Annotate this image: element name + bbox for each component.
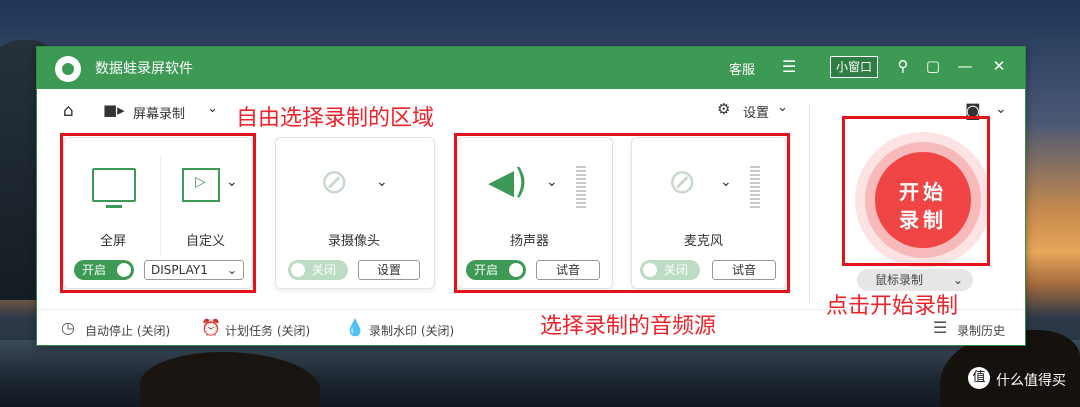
title-bar: 数据蛙录屏软件 客服 ☰ 小窗口 ⚲ ▢ — ✕ (37, 47, 1025, 89)
gear-icon: ⚙ (717, 100, 731, 118)
webcam-icon[interactable]: ⊘ (320, 162, 349, 202)
camera-toggle-label: 关闭 (312, 263, 337, 277)
home-icon[interactable]: ⌂ (63, 101, 74, 121)
scheduled-task-button[interactable]: 计划任务 (关闭) (225, 322, 310, 339)
close-icon[interactable]: ✕ (989, 57, 1009, 75)
annotation-region-text: 自由选择录制的区域 (236, 106, 435, 131)
pin-icon[interactable]: ⚲ (893, 57, 913, 75)
annotation-box-audio (454, 133, 790, 293)
annotation-start-text: 点击开始录制 (826, 294, 959, 319)
camera-card: ⊘ ⌄ 录摄像头 关闭 设置 (275, 137, 435, 289)
mini-window-button[interactable]: 小窗口 (830, 56, 879, 78)
app-logo-icon (55, 56, 81, 82)
chevron-down-icon[interactable]: ⌄ (995, 101, 1007, 117)
minimize-icon[interactable]: — (955, 57, 975, 75)
chevron-down-icon[interactable]: ⌄ (376, 174, 388, 190)
annotation-audio-text: 选择录制的音频源 (540, 314, 717, 339)
menu-icon[interactable]: ☰ (782, 57, 796, 76)
mode-label[interactable]: 屏幕录制 (133, 103, 213, 122)
annotation-box-region (60, 133, 256, 293)
customer-service-button[interactable]: 客服 (729, 59, 755, 78)
camera-label: 录摄像头 (328, 234, 381, 249)
record-history-button[interactable]: 录制历史 (957, 322, 1005, 339)
chevron-down-icon: ⌄ (777, 100, 788, 115)
annotation-box-record (842, 116, 990, 266)
clock-icon: ◷ (61, 318, 75, 337)
skin-icon[interactable]: ▢ (923, 57, 943, 75)
app-title: 数据蛙录屏软件 (95, 61, 193, 77)
camera-settings-button[interactable]: 设置 (358, 260, 420, 280)
auto-stop-button[interactable]: 自动停止 (关闭) (85, 322, 170, 339)
camera-toggle[interactable]: 关闭 (288, 260, 348, 280)
site-watermark-text: 什么值得买 (996, 373, 1066, 389)
watermark-button[interactable]: 录制水印 (关闭) (369, 322, 454, 339)
chevron-down-icon[interactable]: ⌄ (207, 101, 218, 116)
mouse-record-label: 鼠标录制 (875, 273, 924, 287)
alarm-icon: ⏰ (201, 318, 221, 337)
video-camera-icon: ■▸ (103, 101, 125, 119)
site-logo-icon: 值 (968, 367, 990, 389)
list-icon: ☰ (933, 318, 948, 337)
droplet-icon: 💧 (345, 318, 365, 337)
site-watermark: 值 什么值得买 (968, 367, 1066, 390)
